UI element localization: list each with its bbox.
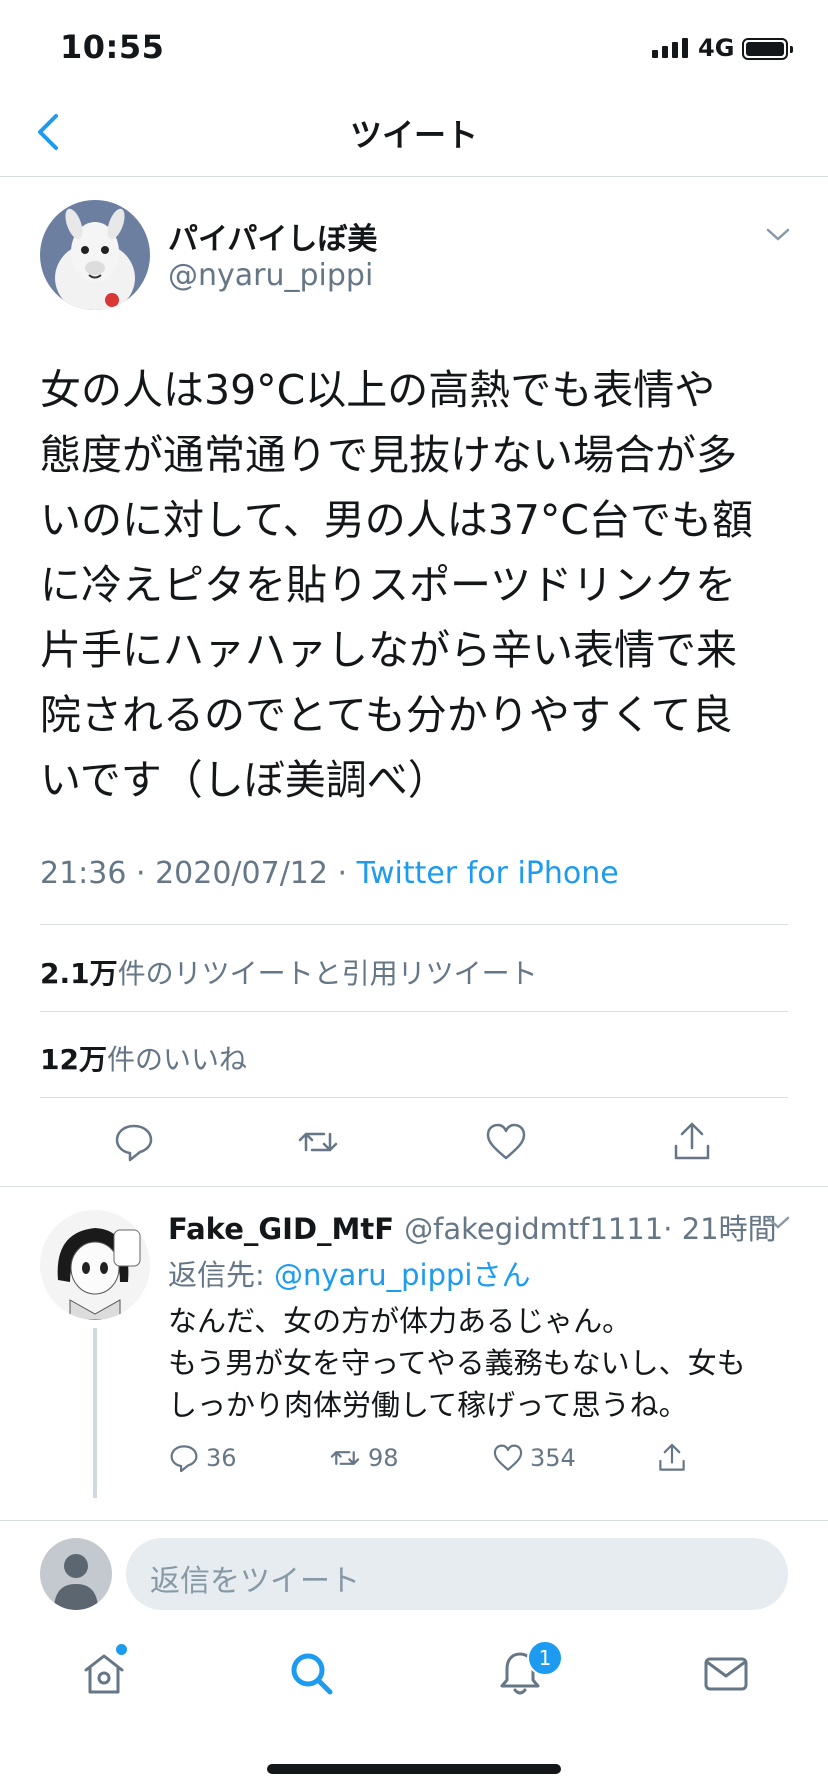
retweets-stat[interactable]: 2.1万件のリツイートと引用リツイート — [40, 952, 538, 992]
reply-author[interactable]: Fake_GID_MtF @fakegidmtf1111· 21時間 — [168, 1206, 777, 1248]
reply-icon — [170, 1445, 198, 1473]
likes-count: 12万 — [40, 1043, 107, 1076]
reply-to-mention[interactable]: @nyaru_pippiさん — [274, 1258, 530, 1292]
home-indicator[interactable] — [267, 1764, 561, 1774]
tweet-meta: 21:36 · 2020/07/12 · Twitter for iPhone — [40, 856, 619, 891]
share-icon — [659, 1443, 685, 1471]
reply-author-handle: @fakegidmtf1111 — [404, 1212, 664, 1246]
share-icon[interactable] — [670, 1120, 714, 1164]
like-icon — [493, 1444, 523, 1471]
caret-down-icon[interactable] — [764, 1214, 792, 1232]
reply-text: なんだ、女の方が体力あるじゃん。 もう男が女を守ってやる義務もないし、女も しっ… — [168, 1304, 746, 1422]
retweet-icon — [330, 1451, 360, 1465]
notification-badge: 1 — [527, 1640, 563, 1676]
reply-composer-placeholder[interactable]: 返信をツイート — [150, 1556, 360, 1600]
tweet-source-link[interactable]: Twitter for iPhone — [357, 856, 619, 891]
mail-icon[interactable] — [700, 1648, 752, 1700]
reply-like-button[interactable]: 354 — [492, 1442, 576, 1474]
status-time: 10:55 — [60, 28, 165, 66]
reply-to-prefix: 返信先: — [168, 1258, 274, 1292]
author-name[interactable]: パイパイしぼ美 — [168, 214, 377, 258]
thread-line — [93, 1328, 97, 1498]
battery-icon — [742, 38, 793, 60]
likes-label: 件のいいね — [106, 1043, 247, 1076]
author-avatar[interactable] — [40, 200, 150, 310]
divider — [0, 1520, 828, 1521]
author-handle[interactable]: @nyaru_pippi — [168, 258, 373, 293]
home-new-indicator — [116, 1644, 127, 1655]
reply-retweet-button[interactable]: 98 — [328, 1442, 399, 1474]
divider — [40, 1097, 788, 1098]
likes-stat[interactable]: 12万件のいいね — [40, 1038, 247, 1078]
reply-to-line: 返信先: @nyaru_pippiさん — [168, 1252, 530, 1294]
reply-retweets-count: 98 — [368, 1444, 399, 1472]
reply-likes-count: 354 — [530, 1444, 576, 1472]
home-icon[interactable] — [78, 1648, 130, 1700]
divider — [0, 1186, 828, 1187]
divider — [40, 924, 788, 925]
retweets-count: 2.1万 — [40, 957, 118, 990]
like-icon[interactable] — [484, 1120, 528, 1164]
user-avatar[interactable] — [40, 1538, 112, 1610]
reply-time: · 21時間 — [663, 1212, 777, 1246]
tweet-text: 女の人は39°C以上の高熱でも表情や 態度が通常通りで見抜けない場合が多 いのに… — [40, 366, 754, 804]
retweet-icon[interactable] — [296, 1120, 340, 1164]
reply-author-name: Fake_GID_MtF — [168, 1212, 395, 1246]
retweets-label: 件のリツイートと引用リツイート — [117, 957, 538, 990]
reply-author-avatar[interactable] — [40, 1210, 150, 1320]
signal-icon — [652, 38, 688, 58]
reply-icon[interactable] — [112, 1120, 156, 1164]
tweet-timestamp: 21:36 · 2020/07/12 · — [40, 856, 357, 891]
caret-down-icon[interactable] — [764, 226, 792, 244]
reply-share-button[interactable] — [656, 1442, 688, 1474]
network-label: 4G — [698, 34, 735, 62]
reply-reply-button[interactable]: 36 — [168, 1442, 237, 1474]
search-icon[interactable] — [286, 1648, 338, 1700]
nav-divider — [0, 176, 828, 177]
reply-replies-count: 36 — [206, 1444, 237, 1472]
page-title: ツイート — [349, 116, 478, 154]
divider — [40, 1011, 788, 1012]
